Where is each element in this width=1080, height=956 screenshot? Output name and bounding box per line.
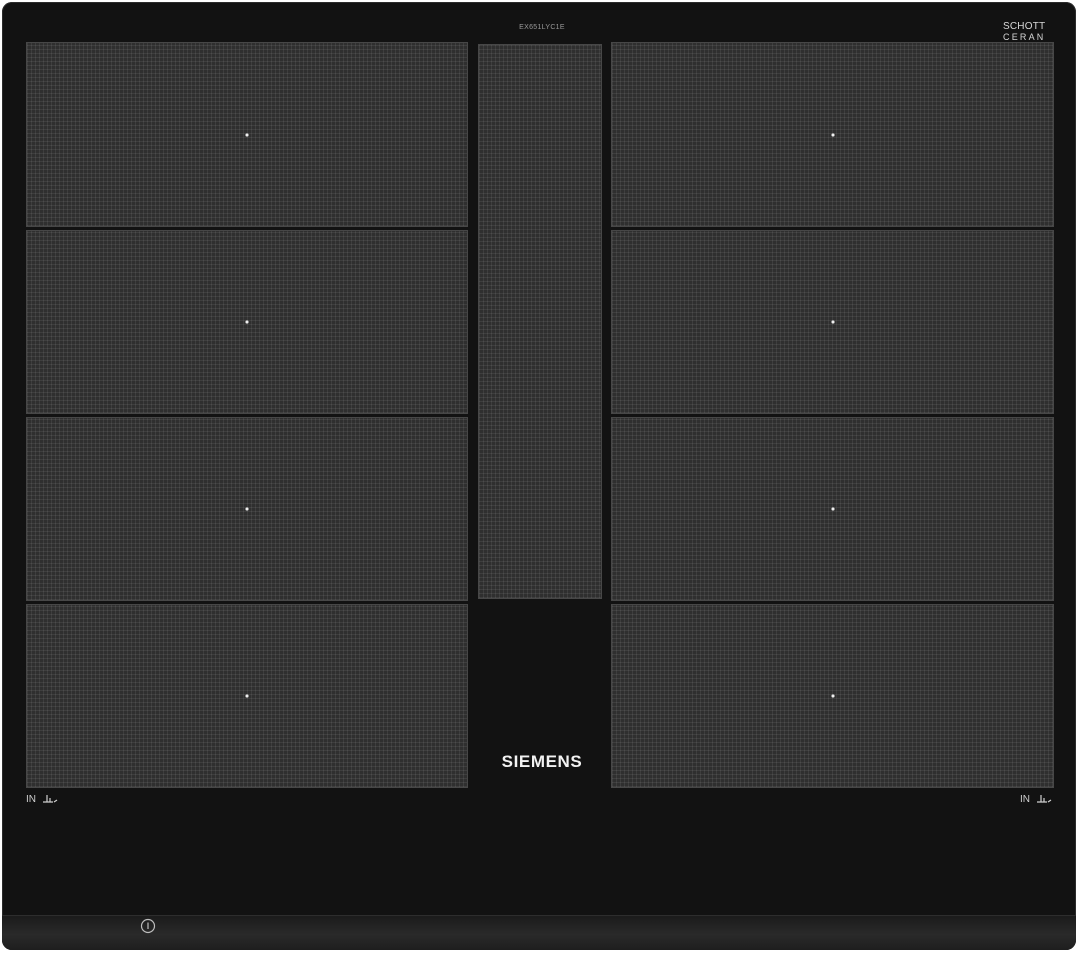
brand-logo: SIEMENS [501,752,583,771]
power-info-icon[interactable] [139,917,157,935]
pot-position-icon [1037,795,1052,803]
zone-center-marker [245,694,249,698]
cooking-zone-left-4[interactable] [26,604,468,788]
cooking-zone-right-2[interactable] [611,230,1054,414]
zone-center-marker [831,694,834,698]
model-code: EX651LYC1E [519,24,565,31]
cooking-zone-left-3[interactable] [26,417,468,601]
cooking-zone-right-1[interactable] [611,42,1054,227]
right-in-label: IN [1020,794,1030,805]
zone-center-marker [831,320,834,324]
cooking-zone-right-4[interactable] [611,604,1054,788]
zone-center-marker [831,133,834,136]
front-bevel-edge [2,915,1076,950]
induction-hob: EX651LYC1E SCHOTT CERAN SIEMENS IN IN [2,2,1076,950]
zone-center-marker [831,507,834,511]
cooking-zone-left-1[interactable] [26,42,468,227]
ceran-text: CERAN [1003,32,1046,42]
left-in-label: IN [26,794,36,805]
middle-cooking-strip[interactable] [478,44,602,599]
cooking-zone-left-2[interactable] [26,230,468,414]
schott-text: SCHOTT [1003,21,1046,32]
zone-center-marker [245,133,249,136]
zone-center-marker [245,320,249,324]
zone-center-marker [245,507,249,511]
pot-position-icon [43,795,58,803]
cooking-zone-right-3[interactable] [611,417,1054,601]
right-zone-indicator: IN [1020,794,1052,805]
left-zone-indicator: IN [26,794,58,805]
